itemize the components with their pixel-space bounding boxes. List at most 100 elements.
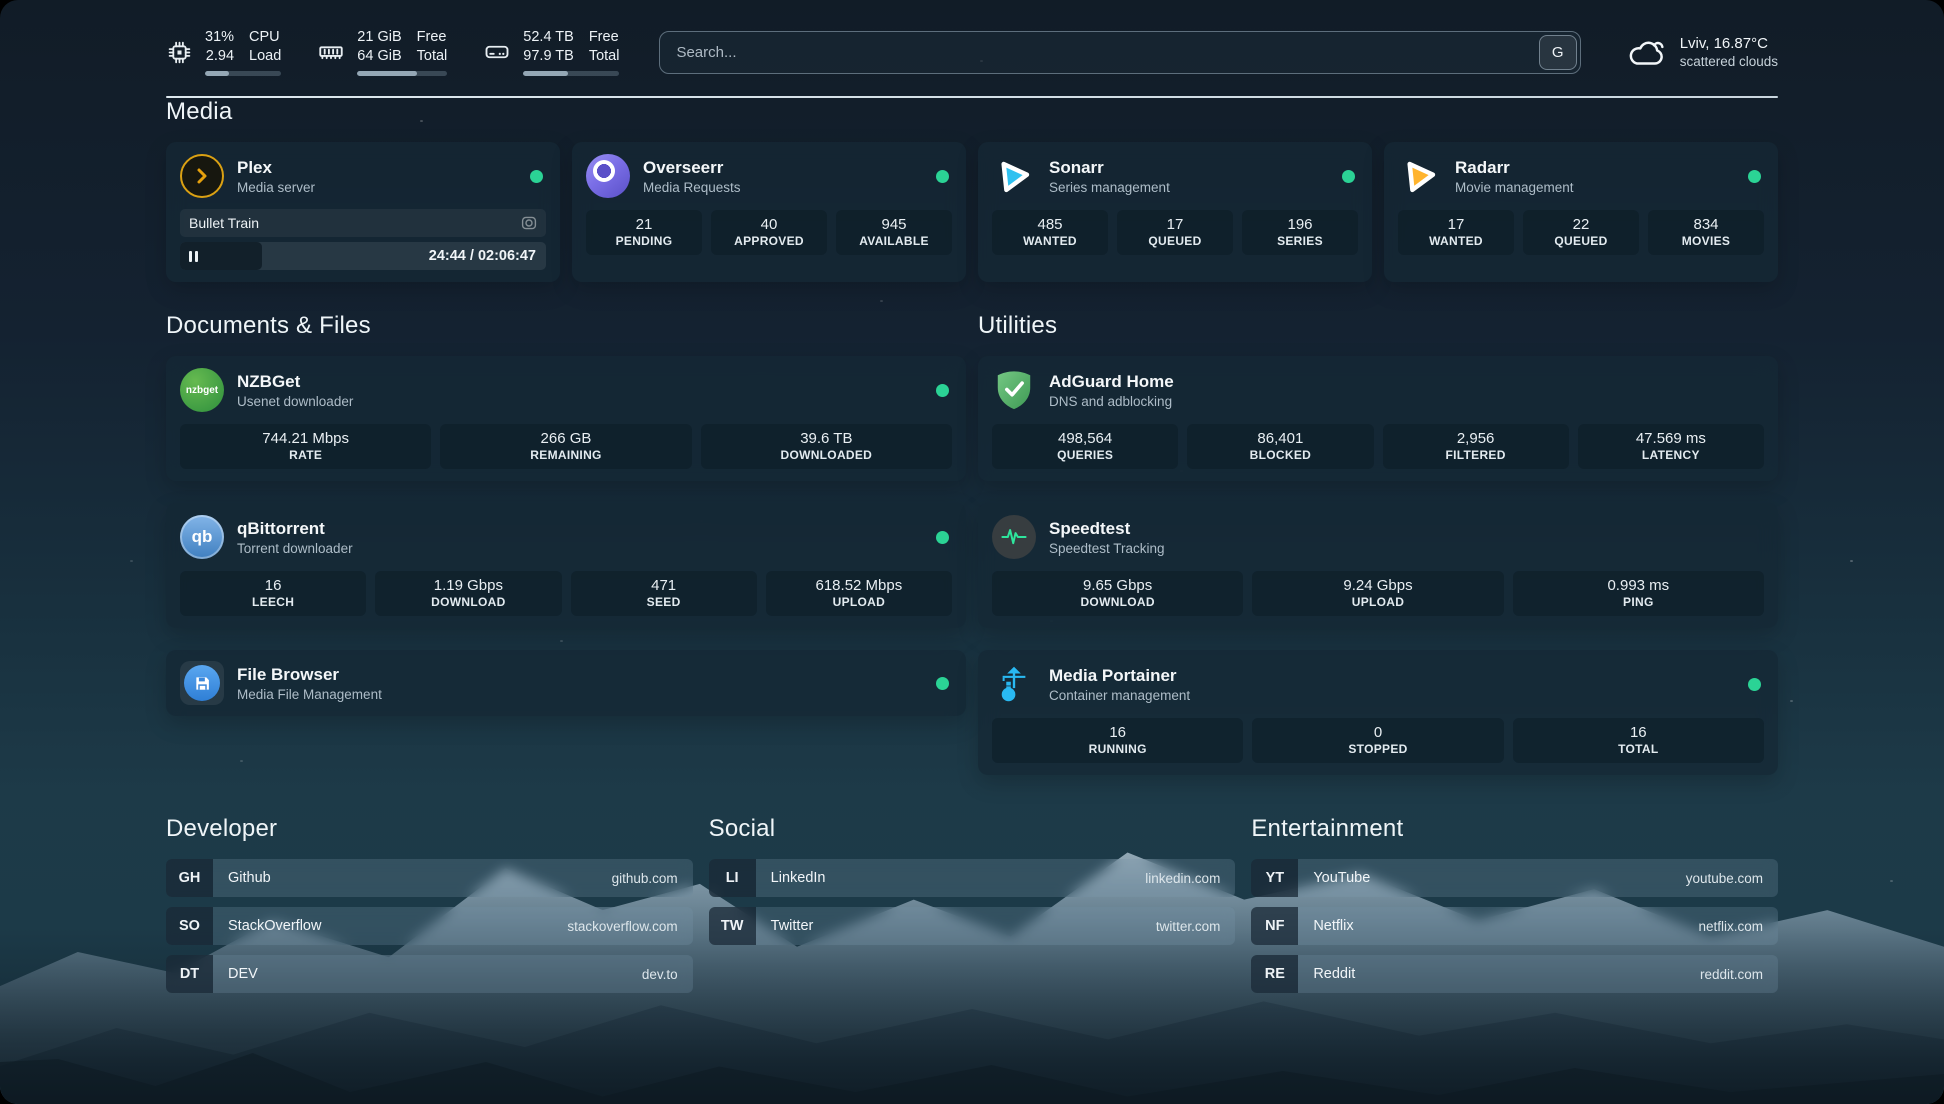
memory-free-value: 21 GiB	[357, 28, 401, 47]
stat-value: 0.993 ms	[1515, 577, 1762, 594]
status-indicator	[936, 531, 949, 544]
stat-label: LEECH	[182, 595, 364, 609]
stat-label: UPLOAD	[1254, 595, 1501, 609]
plex-icon	[180, 154, 224, 198]
stat-label: LATENCY	[1580, 448, 1762, 462]
bookmark-youtube[interactable]: YT YouTube youtube.com	[1251, 859, 1778, 897]
bookmark-url: dev.to	[642, 955, 693, 993]
status-indicator	[1748, 678, 1761, 691]
qbittorrent-icon: qb	[180, 515, 224, 559]
service-card-overseerr[interactable]: Overseerr Media Requests 21 PENDING 40 A…	[572, 142, 966, 282]
stat-value: 471	[573, 577, 755, 594]
bookmark-reddit[interactable]: RE Reddit reddit.com	[1251, 955, 1778, 993]
card-title: Overseerr	[643, 158, 741, 178]
stat-label: QUERIES	[994, 448, 1176, 462]
two-column-sections: Documents & Files nzbget NZBGet Usenet d…	[166, 312, 1778, 775]
overseerr-icon	[586, 154, 630, 198]
bookmark-name: Netflix	[1298, 907, 1353, 945]
bookmark-twitter[interactable]: TW Twitter twitter.com	[709, 907, 1236, 945]
stat-value: 0	[1254, 724, 1501, 741]
stat-value: 22	[1525, 216, 1637, 233]
stat-value: 196	[1244, 216, 1356, 233]
nzbget-icon: nzbget	[180, 368, 224, 412]
stat-value: 9.65 Gbps	[994, 577, 1241, 594]
card-title: Radarr	[1455, 158, 1574, 178]
stat-value: 945	[838, 216, 950, 233]
stat-value: 9.24 Gbps	[1254, 577, 1501, 594]
speedtest-icon	[992, 515, 1036, 559]
card-subtitle: Movie management	[1455, 180, 1574, 195]
bookmark-abbr: DT	[166, 955, 213, 993]
stat-label: FILTERED	[1385, 448, 1567, 462]
status-indicator	[936, 677, 949, 690]
service-card-nzbget[interactable]: nzbget NZBGet Usenet downloader 744.21 M…	[166, 356, 966, 481]
stat-box: 21 PENDING	[586, 210, 702, 255]
cpu-progress-bar	[205, 71, 281, 76]
stat-label: RATE	[182, 448, 429, 462]
service-card-plex[interactable]: Plex Media server Bullet Train	[166, 142, 560, 282]
stat-value: 17	[1119, 216, 1231, 233]
stat-box: 86,401 BLOCKED	[1187, 424, 1373, 469]
bookmark-stackoverflow[interactable]: SO StackOverflow stackoverflow.com	[166, 907, 693, 945]
status-indicator	[936, 384, 949, 397]
card-title: Sonarr	[1049, 158, 1170, 178]
stat-box: 498,564 QUERIES	[992, 424, 1178, 469]
service-card-speedtest[interactable]: Speedtest Speedtest Tracking 9.65 Gbps D…	[978, 503, 1778, 628]
cpu-usage-label: CPU	[249, 28, 280, 47]
service-card-portainer[interactable]: Media Portainer Container management 16 …	[978, 650, 1778, 775]
documents-column: Documents & Files nzbget NZBGet Usenet d…	[166, 312, 966, 775]
bookmark-url: reddit.com	[1700, 955, 1778, 993]
stat-box: 9.65 Gbps DOWNLOAD	[992, 571, 1243, 616]
bookmark-dev[interactable]: DT DEV dev.to	[166, 955, 693, 993]
card-title: AdGuard Home	[1049, 372, 1174, 392]
bookmark-url: youtube.com	[1686, 859, 1778, 897]
cpu-load-value: 2.94	[206, 47, 234, 66]
stat-label: DOWNLOADED	[703, 448, 950, 462]
card-subtitle: DNS and adblocking	[1049, 394, 1174, 409]
adguard-icon	[992, 368, 1036, 412]
status-indicator	[936, 170, 949, 183]
stat-box: 16 TOTAL	[1513, 718, 1764, 763]
stat-box: 40 APPROVED	[711, 210, 827, 255]
bookmark-netflix[interactable]: NF Netflix netflix.com	[1251, 907, 1778, 945]
service-card-adguard[interactable]: AdGuard Home DNS and adblocking 498,564 …	[978, 356, 1778, 481]
service-card-sonarr[interactable]: Sonarr Series management 485 WANTED 17 Q…	[978, 142, 1372, 282]
card-subtitle: Media Requests	[643, 180, 741, 195]
bookmark-linkedin[interactable]: LI LinkedIn linkedin.com	[709, 859, 1236, 897]
service-card-qbittorrent[interactable]: qb qBittorrent Torrent downloader 16 LEE…	[166, 503, 966, 628]
stat-label: AVAILABLE	[838, 234, 950, 248]
stat-box: 47.569 ms LATENCY	[1578, 424, 1764, 469]
section-title-developer: Developer	[166, 815, 693, 843]
service-card-filebrowser[interactable]: File Browser Media File Management	[166, 650, 966, 716]
media-card-grid: Plex Media server Bullet Train	[166, 142, 1778, 282]
stat-label: PENDING	[588, 234, 700, 248]
stat-box: 17 WANTED	[1398, 210, 1514, 255]
bookmark-url: linkedin.com	[1145, 859, 1235, 897]
stat-box: 17 QUEUED	[1117, 210, 1233, 255]
bookmark-github[interactable]: GH Github github.com	[166, 859, 693, 897]
service-card-radarr[interactable]: Radarr Movie management 17 WANTED 22 QUE…	[1384, 142, 1778, 282]
stat-box: 618.52 Mbps UPLOAD	[766, 571, 952, 616]
filebrowser-icon	[180, 661, 224, 705]
stat-value: 86,401	[1189, 430, 1371, 447]
card-subtitle: Media File Management	[237, 687, 382, 702]
bookmark-name: Reddit	[1298, 955, 1355, 993]
card-subtitle: Container management	[1049, 688, 1190, 703]
bookmark-abbr: TW	[709, 907, 756, 945]
stat-value: 40	[713, 216, 825, 233]
search-provider-button[interactable]: G	[1539, 35, 1577, 70]
weather-condition: scattered clouds	[1680, 54, 1778, 69]
section-title-utilities: Utilities	[978, 312, 1778, 340]
card-subtitle: Torrent downloader	[237, 541, 353, 556]
cloud-icon	[1625, 36, 1667, 69]
stat-box: 0.993 ms PING	[1513, 571, 1764, 616]
stat-value: 266 GB	[442, 430, 689, 447]
status-indicator	[1748, 170, 1761, 183]
weather-widget[interactable]: Lviv, 16.87°C scattered clouds	[1625, 35, 1778, 69]
stat-box: 266 GB REMAINING	[440, 424, 691, 469]
stat-label: SEED	[573, 595, 755, 609]
card-title: NZBGet	[237, 372, 353, 392]
stat-label: QUEUED	[1119, 234, 1231, 248]
search-input[interactable]	[659, 31, 1580, 74]
memory-total-value: 64 GiB	[357, 47, 401, 66]
